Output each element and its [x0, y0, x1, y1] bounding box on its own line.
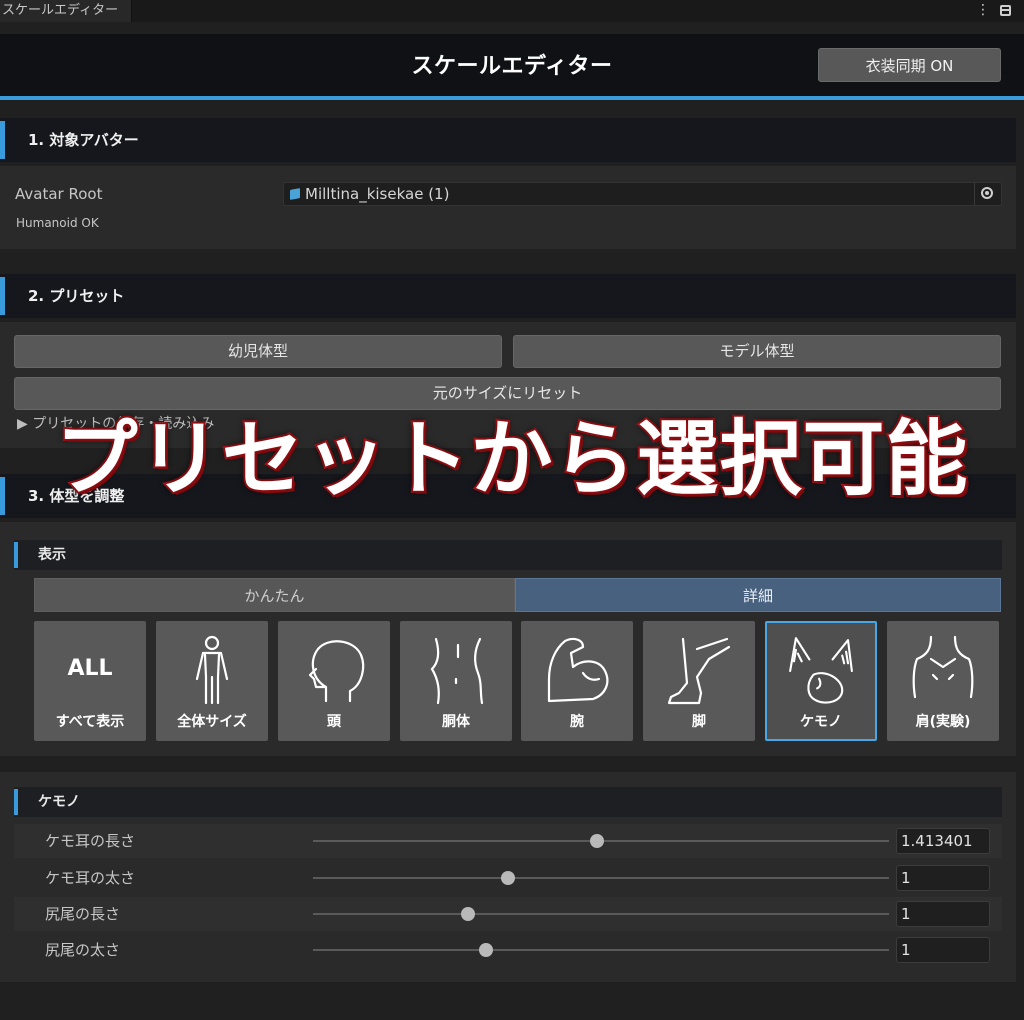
preset-infant-button[interactable]: 幼児体型	[14, 335, 502, 368]
all-text-icon: ALL	[67, 656, 113, 681]
category-torso-button[interactable]: 胴体	[400, 621, 512, 741]
torso-icon	[430, 637, 484, 705]
category-label: すべて表示	[55, 714, 125, 730]
slider-value-field[interactable]: 1	[896, 865, 990, 891]
category-head-button[interactable]: 頭	[278, 621, 390, 741]
category-label: 全体サイズ	[177, 714, 247, 730]
section-preset-header[interactable]: 2. プリセット	[0, 274, 1016, 318]
section-accent	[0, 121, 5, 159]
slider-row-tail-length: 尻尾の長さ 1	[14, 897, 1002, 931]
full-body-icon	[195, 635, 229, 705]
slider-row-ear-length: ケモ耳の長さ 1.413401	[14, 824, 1002, 858]
category-leg-button[interactable]: 脚	[643, 621, 755, 741]
kemono-icon	[789, 637, 853, 704]
slider-value-field[interactable]: 1	[896, 901, 990, 927]
section-target-avatar-header[interactable]: 1. 対象アバター	[0, 118, 1016, 162]
shoulder-icon	[912, 635, 974, 699]
humanoid-status: Humanoid OK	[16, 216, 99, 230]
slider-label: 尻尾の太さ	[45, 941, 121, 959]
slider-track[interactable]	[313, 877, 889, 879]
slider-knob[interactable]	[460, 907, 475, 921]
display-subheader: 表示	[14, 540, 1002, 570]
picker-dot	[985, 191, 989, 195]
slider-row-ear-thickness: ケモ耳の太さ 1	[14, 861, 1002, 895]
category-all-button[interactable]: ALL すべて表示	[34, 621, 146, 741]
title-divider	[0, 96, 1024, 100]
category-shoulder-button[interactable]: 肩(実験)	[887, 621, 999, 741]
section-title: 2. プリセット	[28, 287, 125, 305]
window-tab[interactable]: スケールエディター	[0, 0, 132, 22]
category-label: 胴体	[442, 714, 470, 730]
kemono-subheader-title: ケモノ	[38, 794, 80, 810]
slider-value-field[interactable]: 1	[896, 937, 990, 963]
reset-size-button[interactable]: 元のサイズにリセット	[14, 377, 1001, 410]
avatar-object-name: Milltina_kisekae (1)	[305, 185, 450, 203]
maximize-icon[interactable]	[1000, 5, 1011, 16]
slider-track[interactable]	[313, 949, 889, 951]
kebab-menu-icon[interactable]: ⋮	[976, 0, 990, 22]
avatar-panel	[0, 166, 1016, 249]
object-picker-icon[interactable]	[974, 183, 1001, 205]
slider-knob[interactable]	[589, 834, 604, 848]
slider-knob[interactable]	[478, 943, 493, 957]
category-arm-button[interactable]: 腕	[521, 621, 633, 741]
editor-tab-bar: スケールエディター ⋮	[0, 0, 1024, 22]
tab-detailed[interactable]: 詳細	[515, 578, 1001, 612]
kemono-subheader: ケモノ	[14, 787, 1002, 817]
slider-track[interactable]	[313, 913, 889, 915]
slider-knob[interactable]	[500, 871, 515, 885]
slider-row-tail-thickness: 尻尾の太さ 1	[14, 933, 1002, 967]
category-label: 腕	[570, 714, 584, 730]
category-full-size-button[interactable]: 全体サイズ	[156, 621, 268, 741]
preset-model-button[interactable]: モデル体型	[513, 335, 1001, 368]
category-label: 脚	[692, 714, 706, 730]
slider-value-field[interactable]: 1.413401	[896, 828, 990, 854]
category-kemono-button[interactable]: ケモノ	[765, 621, 877, 741]
arm-icon	[547, 637, 609, 703]
section-title: 1. 対象アバター	[28, 131, 139, 149]
slider-label: ケモ耳の太さ	[45, 869, 136, 887]
prefab-cube-icon	[290, 188, 300, 200]
avatar-object-field[interactable]: Milltina_kisekae (1)	[283, 182, 1002, 206]
subheader-accent	[14, 542, 18, 568]
category-label: ケモノ	[800, 714, 842, 730]
tab-simple[interactable]: かんたん	[34, 578, 515, 612]
head-icon	[308, 640, 365, 703]
subheader-accent	[14, 789, 18, 815]
avatar-root-label: Avatar Root	[15, 185, 103, 203]
category-label: 肩(実験)	[915, 714, 971, 730]
section-accent	[0, 277, 5, 315]
leg-icon	[667, 637, 731, 705]
overlay-caption: プリセットから選択可能	[53, 410, 969, 509]
costume-sync-button[interactable]: 衣装同期 ON	[818, 48, 1001, 82]
category-label: 頭	[327, 714, 341, 730]
display-subheader-title: 表示	[38, 547, 66, 563]
slider-label: ケモ耳の長さ	[45, 832, 136, 850]
slider-label: 尻尾の長さ	[45, 905, 121, 923]
